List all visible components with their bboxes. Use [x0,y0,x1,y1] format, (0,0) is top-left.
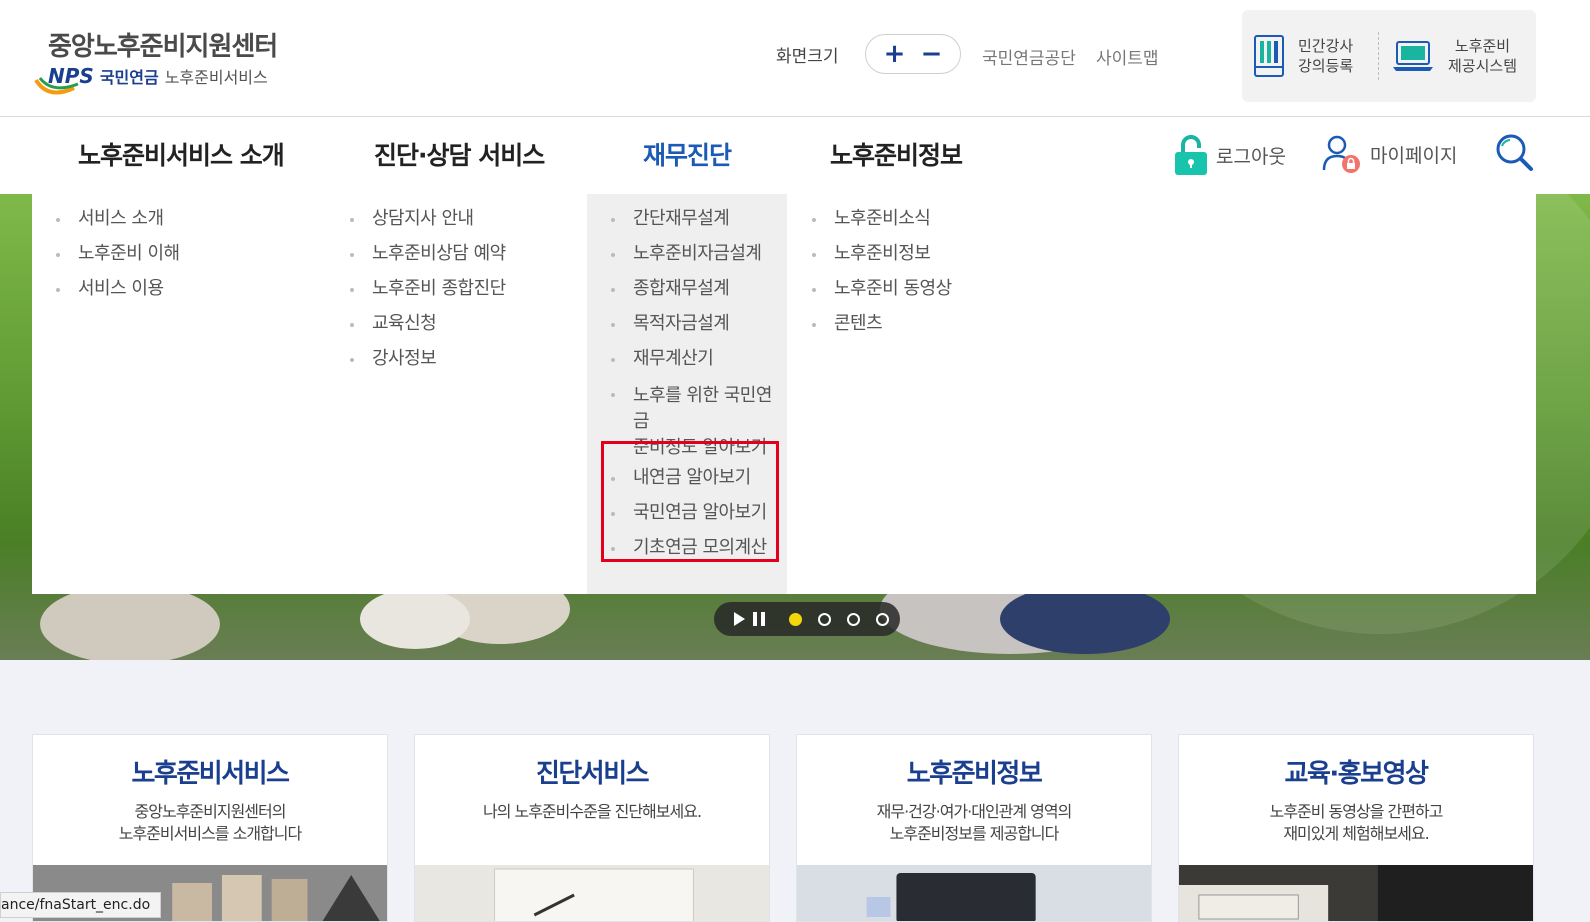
card-diagnosis-service[interactable]: 진단서비스 나의 노후준비수준을 진단해보세요. [414,734,770,922]
quick-instructor-line1: 민간강사 [1298,37,1354,55]
logout-label: 로그아웃 [1216,145,1286,168]
quick-links-box: 민간강사강의등록 노후준비제공시스템 [1242,10,1536,102]
menu-item[interactable]: 노후준비 종합진단 [348,278,618,300]
card-title: 진단서비스 [535,759,650,789]
card-retirement-info[interactable]: 노후준비정보 재무·건강·여가·대인관계 영역의노후준비정보를 제공합니다 [796,734,1152,922]
slider-dot[interactable] [789,612,802,626]
mypage-button[interactable]: 마이페이지 [1322,134,1457,174]
card-image-tablet [797,865,1151,921]
sitemap-link[interactable]: 사이트맵 [1096,44,1159,69]
hero-bag [1000,584,1170,654]
card-desc: 중앙노후준비지원센터의노후준비서비스를 소개합니다 [33,801,387,845]
menu-item[interactable]: 재무계산기 [609,348,787,370]
card-desc-line: 나의 노후준비수준을 진단해보세요. [482,802,702,821]
gnb-financial-diagnosis[interactable]: 재무진단 [643,136,732,172]
menu-item[interactable]: 노후준비 이해 [54,243,334,265]
search-button[interactable] [1494,132,1534,172]
card-desc-line: 중앙노후준비지원센터의 [134,802,287,821]
menu-item[interactable]: 강사정보 [348,348,618,370]
user-lock-icon [1322,135,1360,173]
card-desc-line: 노후준비정보를 제공합니다 [889,824,1060,843]
slider-dot[interactable] [847,612,860,626]
fontsize-plus-button[interactable]: + [880,39,910,69]
mega-col-retirement-info: 노후준비소식 노후준비정보 노후준비 동영상 콘텐츠 [810,194,1070,594]
menu-item[interactable]: 서비스 소개 [54,208,334,230]
card-education-video[interactable]: 교육·홍보영상 노후준비 동영상을 간편하고재미있게 체험해보세요. [1178,734,1534,922]
menu-item[interactable]: 종합재무설계 [609,278,787,300]
logo-service: 노후준비서비스 [164,68,268,87]
card-desc-line: 노후준비 동영상을 간편하고 [1269,802,1444,821]
mega-col-diagnosis: 상담지사 안내 노후준비상담 예약 노후준비 종합진단 교육신청 강사정보 [348,194,618,594]
pause-icon[interactable] [753,612,765,626]
card-desc-line: 재무·건강·여가·대인관계 영역의 [876,802,1073,821]
search-icon [1496,134,1533,171]
quick-divider [1378,32,1379,80]
quick-system-line1: 노후준비 [1454,37,1511,55]
play-icon[interactable] [734,612,745,626]
gnb-service-intro[interactable]: 노후준비서비스 소개 [78,136,285,172]
bookshelf-icon [1254,35,1284,77]
card-title: 노후준비서비스 [131,759,290,789]
card-image-laptop-video [1179,865,1533,921]
gnb-retirement-info[interactable]: 노후준비정보 [830,136,963,172]
fontsize-label: 화면크기 [776,47,839,67]
card-desc-line: 재미있게 체험해보세요. [1283,824,1429,843]
menu-item[interactable]: 노후준비소식 [810,208,1070,230]
highlight-annotation [601,441,779,562]
menu-item[interactable]: 목적자금설계 [609,313,787,335]
card-image-notebook [415,865,769,921]
card-title: 노후준비정보 [906,759,1043,789]
card-title: 교육·홍보영상 [1284,759,1429,789]
logo-subtitle: NPS 국민연금 노후준비서비스 [48,64,268,88]
quick-instructor-line2: 강의등록 [1298,57,1354,75]
nps-link[interactable]: 국민연금공단 [982,44,1076,69]
logo-title: 중앙노후준비지원센터 [48,32,278,62]
service-cards-section: 노후준비서비스 중앙노후준비지원센터의노후준비서비스를 소개합니다 진단서비스 … [0,660,1590,922]
card-desc-line: 노후준비서비스를 소개합니다 [118,824,302,843]
slider-dot[interactable] [818,612,831,626]
quick-instructor-register[interactable]: 민간강사강의등록 [1254,26,1353,86]
logo-nps-kr: 국민연금 [99,68,159,87]
hero-bag [40,584,220,660]
menu-item[interactable]: 노후준비자금설계 [609,243,787,265]
menu-item[interactable]: 노후준비정보 [810,243,1070,265]
card-desc: 재무·건강·여가·대인관계 영역의노후준비정보를 제공합니다 [797,801,1151,845]
menu-item[interactable]: 교육신청 [348,313,618,335]
top-header: 중앙노후준비지원센터 NPS 국민연금 노후준비서비스 화면크기 + − 국민연… [0,0,1590,117]
slider-controls [714,602,900,636]
mega-col-service-intro: 서비스 소개 노후준비 이해 서비스 이용 [54,194,334,594]
main-navigation: 노후준비서비스 소개 진단·상담 서비스 재무진단 노후준비정보 로그아웃 마이… [0,118,1590,194]
laptop-icon [1393,41,1433,71]
fontsize-control: + − [865,34,961,74]
quick-system-line2: 제공시스템 [1448,57,1518,75]
menu-item-line: 노후를 위한 국민연금 [633,385,772,432]
fontsize-minus-button[interactable]: − [917,39,947,69]
lock-icon [1175,135,1207,175]
logo-nps: NPS [48,64,94,88]
slider-dot[interactable] [876,612,889,626]
site-logo[interactable]: 중앙노후준비지원센터 NPS 국민연금 노후준비서비스 [34,26,314,98]
hero-shoe [360,589,470,649]
menu-item[interactable]: 노후준비상담 예약 [348,243,618,265]
mypage-label: 마이페이지 [1370,144,1458,167]
gnb-diagnosis-consult[interactable]: 진단·상담 서비스 [374,136,545,172]
logout-button[interactable]: 로그아웃 [1174,134,1286,176]
browser-status-url: ance/fnaStart_enc.do [0,892,162,918]
menu-item[interactable]: 서비스 이용 [54,278,334,300]
mega-menu: 서비스 소개 노후준비 이해 서비스 이용 상담지사 안내 노후준비상담 예약 … [32,194,1536,594]
quick-system-link[interactable]: 노후준비제공시스템 [1392,26,1517,86]
menu-item[interactable]: 노후준비 동영상 [810,278,1070,300]
menu-item[interactable]: 간단재무설계 [609,208,787,230]
card-desc: 노후준비 동영상을 간편하고재미있게 체험해보세요. [1179,801,1533,845]
menu-item[interactable]: 상담지사 안내 [348,208,618,230]
menu-item[interactable]: 콘텐츠 [810,313,1070,335]
card-desc: 나의 노후준비수준을 진단해보세요. [415,801,769,823]
